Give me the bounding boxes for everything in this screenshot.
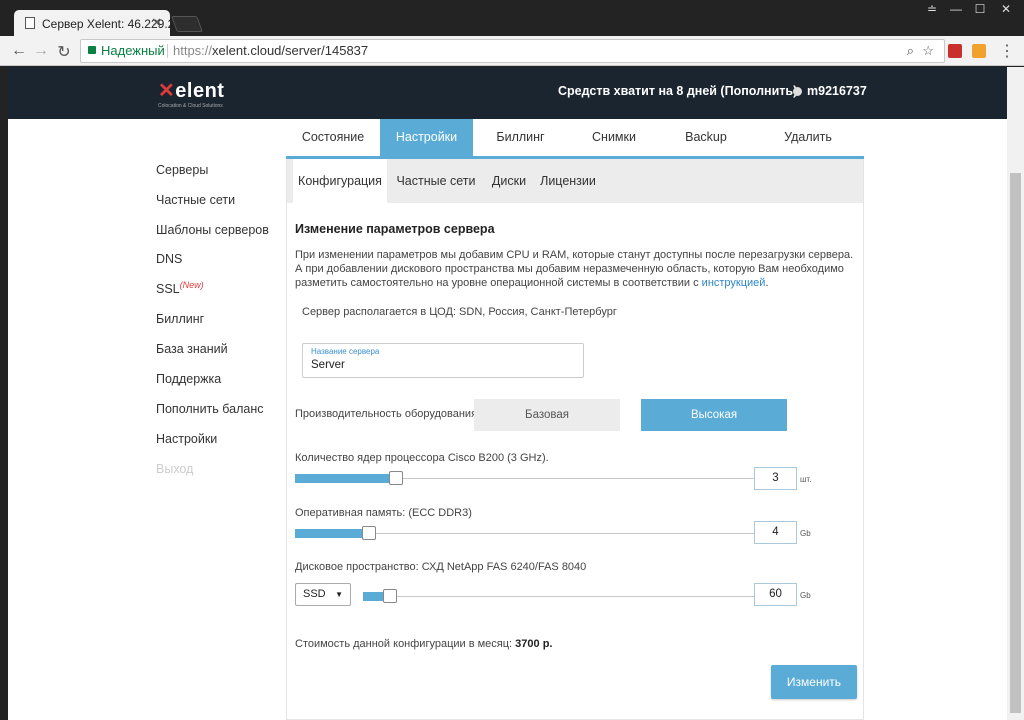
cpu-count-input[interactable]: 3 (754, 467, 797, 490)
reload-icon[interactable]: ↻ (55, 42, 73, 62)
section-title: Изменение параметров сервера (295, 222, 495, 236)
profile-icon[interactable]: ≐ (920, 0, 944, 20)
performance-high-button[interactable]: Высокая (641, 399, 787, 431)
star-icon[interactable]: ☆ (922, 40, 934, 62)
browser-titlebar: Сервер Xelent: 46.229.2 ✕ ≐ — ☐ ✕ (0, 0, 1024, 36)
user-icon (793, 87, 802, 96)
tab-billing[interactable]: Биллинг (473, 119, 568, 156)
disk-slider-handle[interactable] (383, 589, 397, 603)
logo[interactable]: ✕elent Colocation & Cloud Solutions (158, 78, 224, 109)
new-tab-button[interactable] (171, 16, 203, 32)
disk-type-value: SSD (303, 588, 326, 600)
section-description: При изменении параметров мы добавим CPU … (295, 248, 855, 290)
pdf-extension-icon[interactable] (948, 44, 962, 58)
sidebar-item-label: SSL (156, 282, 180, 297)
page-scrollbar[interactable] (1007, 67, 1024, 720)
page-icon (25, 17, 35, 29)
server-name-label: Название сервера (311, 347, 380, 356)
extension-icon[interactable] (972, 44, 986, 58)
subtab-configuration[interactable]: Конфигурация (293, 159, 387, 203)
sidebar-item-ssl[interactable]: SSL(New) (156, 280, 204, 296)
sidebar-item-support[interactable]: Поддержка (156, 372, 221, 386)
forward-icon[interactable]: → (32, 42, 50, 60)
main-tabs: Состояние Настройки Биллинг Снимки Backu… (286, 119, 864, 159)
datacenter-location: Сервер располагается в ЦОД: SDN, Россия,… (302, 306, 617, 318)
instructions-link[interactable]: инструкцией (702, 277, 766, 289)
sidebar-item-top-up[interactable]: Пополнить баланс (156, 402, 264, 416)
logo-tagline: Colocation & Cloud Solutions (158, 103, 223, 109)
browser-tab[interactable]: Сервер Xelent: 46.229.2 ✕ (14, 10, 170, 36)
subtab-disks[interactable]: Диски (484, 159, 534, 203)
sub-tabs: Конфигурация Частные сети Диски Лицензии (287, 159, 863, 203)
logo-text: elent (175, 80, 225, 102)
sidebar-item-templates[interactable]: Шаблоны серверов (156, 223, 269, 237)
cpu-slider-fill (295, 474, 396, 483)
tab-delete[interactable]: Удалить (752, 119, 864, 156)
ram-slider-handle[interactable] (362, 526, 376, 540)
url-scheme: https:// (173, 43, 213, 58)
disk-unit: Gb (800, 591, 811, 600)
zoom-icon[interactable]: ⌕ (907, 40, 914, 62)
tab-settings[interactable]: Настройки (380, 119, 473, 156)
username: m9216737 (807, 84, 867, 98)
browser-toolbar: ← → ↻ Надежный https://xelent.cloud/serv… (0, 36, 1024, 66)
server-name-value[interactable]: Server (311, 359, 345, 371)
browser-window: Сервер Xelent: 46.229.2 ✕ ≐ — ☐ ✕ ← → ↻ … (0, 0, 1024, 720)
back-icon[interactable]: ← (10, 42, 28, 60)
ram-unit: Gb (800, 529, 811, 538)
cpu-unit: шт. (800, 475, 812, 484)
cost-value: 3700 р. (515, 638, 553, 650)
description-text: При изменении параметров мы добавим CPU … (295, 249, 854, 289)
close-tab-icon[interactable]: ✕ (151, 15, 162, 31)
disk-type-select[interactable]: SSD ▼ (295, 583, 351, 606)
ram-slider-fill (295, 529, 369, 538)
description-end: . (765, 277, 769, 289)
secure-label: Надежный (101, 43, 165, 58)
cost-label: Стоимость данной конфигурации в месяц: (295, 638, 516, 650)
sidebar-item-settings[interactable]: Настройки (156, 432, 217, 446)
sidebar-item-private-networks[interactable]: Частные сети (156, 193, 235, 207)
url-path: xelent.cloud/server/145837 (212, 43, 369, 58)
ram-label: Оперативная память: (ECC DDR3) (295, 507, 472, 519)
sidebar-item-knowledge-base[interactable]: База знаний (156, 342, 228, 356)
page-viewport: ✕elent Colocation & Cloud Solutions Средс… (8, 67, 1007, 720)
balance-link[interactable]: Средств хватит на 8 дней (Пополнить) (558, 84, 797, 98)
subtab-private-networks[interactable]: Частные сети (389, 159, 483, 203)
sidebar-item-dns[interactable]: DNS (156, 252, 182, 266)
chevron-down-icon: ▼ (335, 590, 343, 599)
apply-button[interactable]: Изменить (771, 665, 857, 699)
disk-size-input[interactable]: 60 (754, 583, 797, 606)
cpu-slider-handle[interactable] (389, 471, 403, 485)
cpu-label: Количество ядер процессора Cisco B200 (3… (295, 452, 549, 464)
address-bar[interactable]: Надежный https://xelent.cloud/server/145… (80, 39, 945, 63)
monthly-cost: Стоимость данной конфигурации в месяц: 3… (295, 637, 552, 651)
tab-status[interactable]: Состояние (286, 119, 380, 156)
maximize-button[interactable]: ☐ (968, 0, 992, 20)
server-name-field[interactable]: Название сервера Server (302, 343, 584, 378)
logo-mark: ✕ (158, 80, 176, 102)
close-window-button[interactable]: ✕ (994, 0, 1018, 20)
ram-input[interactable]: 4 (754, 521, 797, 544)
performance-base-button[interactable]: Базовая (474, 399, 620, 431)
disk-slider-track[interactable] (363, 596, 755, 597)
settings-panel: Конфигурация Частные сети Диски Лицензии… (286, 159, 864, 720)
lock-icon (88, 46, 96, 54)
new-badge: (New) (179, 280, 204, 290)
user-menu[interactable]: m9216737 (793, 84, 867, 98)
url-text: https://xelent.cloud/server/145837 (173, 40, 368, 62)
tab-snapshots[interactable]: Снимки (568, 119, 660, 156)
divider (167, 44, 168, 58)
minimize-button[interactable]: — (944, 0, 968, 20)
sidebar-item-servers[interactable]: Серверы (156, 163, 208, 177)
sidebar-item-logout[interactable]: Выход (156, 462, 193, 476)
sidebar-item-billing[interactable]: Биллинг (156, 312, 204, 326)
site-header: ✕elent Colocation & Cloud Solutions Средс… (8, 67, 1007, 119)
performance-label: Производительность оборудования (295, 408, 478, 420)
menu-icon[interactable]: ⋮ (998, 41, 1016, 61)
disk-label: Дисковое пространство: СХД NetApp FAS 62… (295, 561, 587, 573)
tab-backup[interactable]: Backup (660, 119, 752, 156)
subtab-licenses[interactable]: Лицензии (536, 159, 600, 203)
scrollbar-thumb[interactable] (1010, 173, 1021, 713)
